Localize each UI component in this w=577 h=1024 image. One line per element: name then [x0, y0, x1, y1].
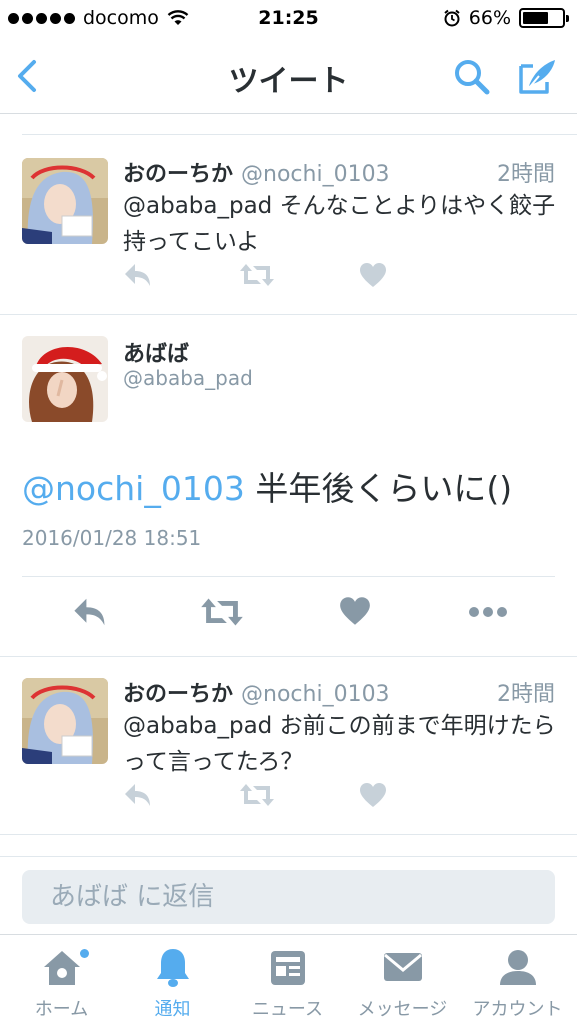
tab-bar: ホーム 通知 ニュース メッセージ アカウント — [0, 934, 577, 1024]
avatar[interactable] — [22, 336, 108, 422]
more-options-icon[interactable] — [468, 604, 508, 624]
retweet-icon[interactable] — [239, 262, 275, 292]
tab-label: アカウント — [472, 999, 563, 1020]
unread-dot — [80, 949, 89, 958]
divider — [22, 134, 577, 135]
reply-input[interactable] — [22, 870, 555, 924]
like-heart-icon[interactable] — [359, 782, 387, 812]
bell-icon — [157, 949, 189, 987]
tab-label: ホーム — [34, 999, 89, 1020]
author-handle[interactable]: @nochi_0103 — [241, 682, 390, 707]
search-icon[interactable] — [453, 58, 491, 96]
main-tweet-text: @nochi_0103 半年後くらいに() — [22, 462, 512, 510]
tab-label: ニュース — [251, 999, 324, 1020]
home-icon — [44, 951, 80, 985]
like-heart-icon[interactable] — [359, 262, 387, 292]
like-heart-icon[interactable] — [339, 596, 371, 630]
author-name[interactable]: おのーちか — [123, 162, 233, 187]
envelope-icon — [384, 953, 422, 981]
tab-label: メッセージ — [357, 999, 448, 1020]
author-name[interactable]: あばば — [123, 336, 189, 368]
tab-messages[interactable]: メッセージ — [345, 935, 460, 1024]
navigation-bar: ツイート — [0, 38, 577, 114]
news-icon — [271, 951, 305, 985]
tab-home[interactable]: ホーム — [4, 935, 119, 1024]
main-tweet-actions — [0, 596, 577, 632]
author-name[interactable]: おのーちか — [123, 682, 233, 707]
tweet-text: @ababa_pad そんなことよりはやく餃子持ってこいよ — [123, 193, 556, 255]
reply-icon[interactable] — [123, 782, 153, 812]
author-handle[interactable]: @nochi_0103 — [241, 162, 390, 187]
author-handle[interactable]: @ababa_pad — [123, 366, 253, 390]
divider — [0, 656, 577, 657]
tweet-time: 2時間 — [497, 162, 555, 187]
retweet-icon[interactable] — [239, 782, 275, 812]
tweet-timestamp: 2016/01/28 18:51 — [22, 526, 202, 550]
mention-link[interactable]: @nochi_0103 — [22, 469, 245, 508]
reply-icon[interactable] — [72, 596, 108, 632]
avatar[interactable] — [22, 678, 108, 764]
reply-icon[interactable] — [123, 262, 153, 292]
tab-news[interactable]: ニュース — [230, 935, 345, 1024]
tab-notifications[interactable]: 通知 — [115, 935, 230, 1024]
battery-percent: 66% — [468, 7, 511, 29]
battery-icon — [519, 8, 569, 28]
status-bar: docomo 21:25 66% — [0, 0, 577, 38]
tab-account[interactable]: アカウント — [460, 935, 575, 1024]
retweet-icon[interactable] — [200, 596, 244, 632]
tweet-time: 2時間 — [497, 682, 555, 707]
person-icon — [500, 950, 536, 985]
tweet-body: 半年後くらいに() — [244, 469, 513, 508]
compose-tweet-icon[interactable] — [517, 56, 559, 96]
avatar[interactable] — [22, 158, 108, 244]
divider — [0, 314, 577, 315]
tab-label: 通知 — [154, 999, 191, 1020]
divider — [22, 576, 555, 577]
reply-composer — [0, 856, 577, 934]
divider — [0, 834, 577, 835]
alarm-icon — [444, 9, 460, 27]
tweet-text: @ababa_pad お前この前まで年明けたらって言ってたろ？ — [123, 713, 556, 775]
